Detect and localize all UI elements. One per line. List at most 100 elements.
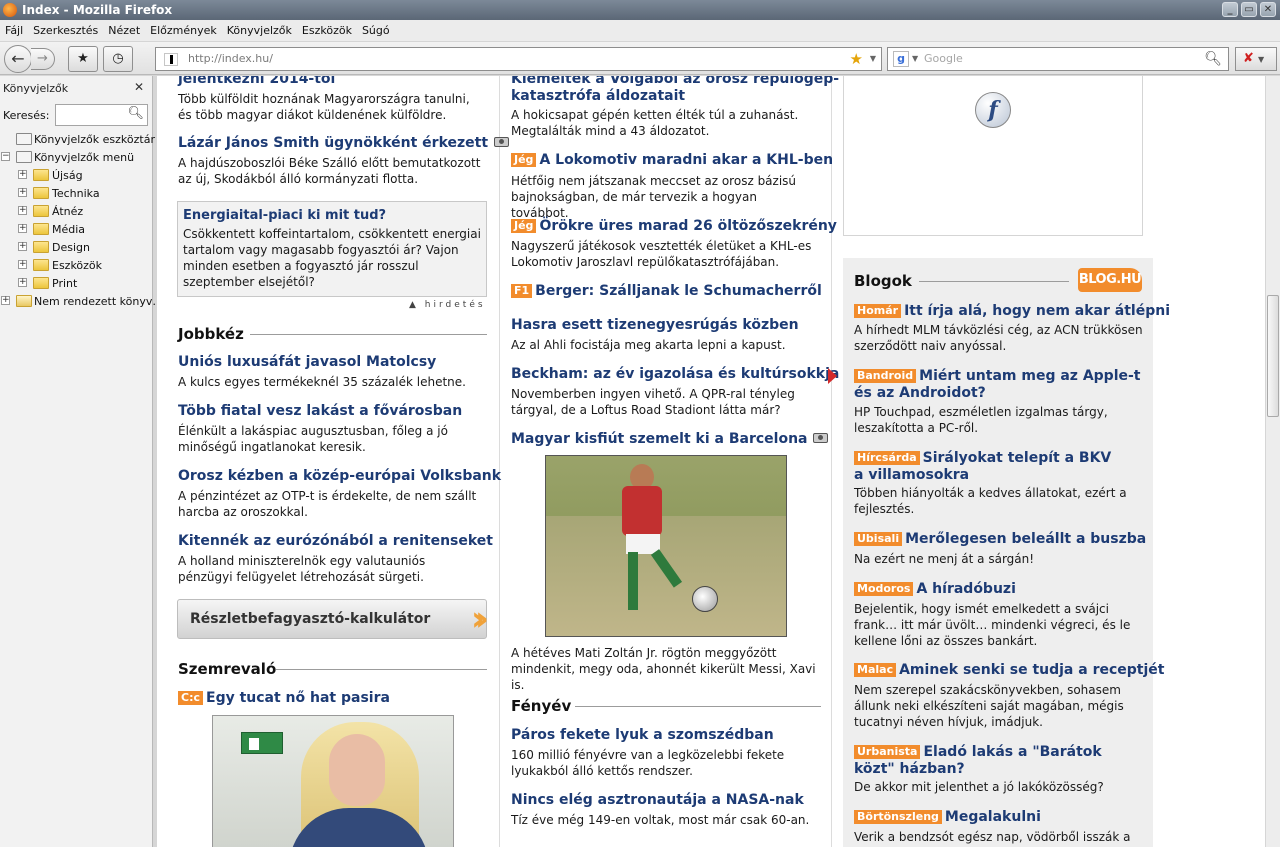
article-headline[interactable]: F1 Berger: Szálljanak le Schumacherről	[511, 283, 822, 300]
sidebar-item-toolbar[interactable]: Könyvjelzők eszköztár	[0, 130, 155, 148]
sidebar-search-input[interactable]: 🔍︎	[55, 104, 148, 126]
article-headline[interactable]: Kitennék az eurózónából a renitenseket	[178, 533, 493, 550]
firefox-icon	[3, 3, 17, 17]
sidebar-item-ujsag[interactable]: + Újság	[0, 166, 152, 184]
article-headline[interactable]: Orosz kézben a közép-európai Volksbank	[178, 468, 501, 485]
headline-text: Magyar kisfiút szemelt ki a Barcelona	[511, 431, 808, 447]
sidebar-close-icon[interactable]: ✕	[134, 80, 144, 94]
sidebar-item-atnez[interactable]: + Átnéz	[0, 202, 152, 220]
sidebar-item-unsorted[interactable]: + Nem rendezett könyv…	[0, 292, 163, 310]
noscript-button[interactable]: ✘ ▼	[1235, 47, 1277, 71]
article-headline[interactable]: Páros fekete lyuk a szomszédban	[511, 727, 774, 744]
blog-post-lead: Bejelentik, hogy ismét emelkedett a sváj…	[854, 602, 1131, 648]
blog-post-headline[interactable]: Modoros A híradóbuzi	[854, 581, 1016, 598]
bookmark-star-icon[interactable]: ★	[850, 48, 863, 70]
menu-tools[interactable]: Eszközök	[302, 24, 352, 37]
expand-icon[interactable]: +	[18, 206, 27, 215]
maximize-button[interactable]: ▭	[1241, 2, 1257, 17]
sponsored-box[interactable]: Energiaital-piaci ki mit tud? Csökkentet…	[177, 201, 487, 297]
url-dropdown-icon[interactable]: ▼	[870, 48, 876, 70]
article-headline[interactable]: Jég A Lokomotiv maradni akar a KHL-ben	[511, 152, 833, 169]
engine-dropdown-icon[interactable]: ▼	[912, 48, 918, 70]
calculator-button[interactable]: Részletbefagyasztó-kalkulátor ››	[177, 599, 489, 639]
sidebar-item-label: Könyvjelzők menü	[34, 150, 135, 164]
category-tag[interactable]: F1	[511, 284, 533, 298]
sponsored-headline[interactable]: Energiaital-piaci ki mit tud?	[183, 207, 386, 224]
expand-icon[interactable]: +	[1, 296, 10, 305]
menu-bookmarks[interactable]: Könyvjelzők	[227, 24, 292, 37]
article-headline[interactable]: Magyar kisfiút szemelt ki a Barcelona	[511, 431, 829, 448]
scrollbar-thumb[interactable]	[1267, 295, 1279, 417]
sidebar-item-media[interactable]: + Média	[0, 220, 152, 238]
article-photo-boy-football[interactable]	[545, 455, 787, 637]
blog-tag[interactable]: Modoros	[854, 582, 914, 596]
menu-help[interactable]: Súgó	[362, 24, 390, 37]
sidebar-item-technika[interactable]: + Technika	[0, 184, 152, 202]
folder-icon	[33, 277, 49, 289]
column-divider	[831, 76, 832, 847]
url-bar[interactable]: http://index.hu/ ★ ▼	[155, 47, 882, 71]
expand-icon[interactable]: +	[18, 188, 27, 197]
article-headline[interactable]: Nincs elég asztronautája a NASA-nak	[511, 792, 804, 809]
blog-post-headline[interactable]: Hírcsárda Sirályokat telepít a BKV a vill…	[854, 450, 1124, 484]
expand-icon[interactable]: +	[18, 278, 27, 287]
blog-tag[interactable]: Urbanista	[854, 745, 921, 759]
blog-tag[interactable]: Malac	[854, 663, 897, 677]
article-headline[interactable]: Hasra esett tizenegyesrúgás közben	[511, 317, 799, 334]
search-icon[interactable]: 🔍︎	[1204, 48, 1222, 70]
menu-edit[interactable]: Szerkesztés	[33, 24, 98, 37]
blog-post-headline[interactable]: Homár Itt írja alá, hogy nem akar átlépni	[854, 303, 1170, 320]
blog-post-headline[interactable]: Malac Aminek senki se tudja a receptjét	[854, 662, 1164, 679]
category-tag[interactable]: Jég	[511, 219, 537, 233]
camera-icon	[813, 433, 829, 443]
history-button[interactable]: ◷	[103, 46, 133, 72]
article-headline[interactable]: C:c Egy tucat nő hat pasira	[178, 690, 390, 707]
back-button[interactable]: ←	[4, 45, 32, 73]
article-headline[interactable]: Több fiatal vesz lakást a fővárosban	[178, 403, 462, 420]
blog-tag[interactable]: Bandroid	[854, 369, 917, 383]
expand-icon[interactable]: +	[18, 242, 27, 251]
sidebar-item-print[interactable]: + Print	[0, 274, 152, 292]
article-headline[interactable]: Beckham: az év igazolása és kultúrsokkja	[511, 366, 839, 383]
category-tag[interactable]: Jég	[511, 153, 537, 167]
blog-tag[interactable]: Ubisali	[854, 532, 903, 546]
article-headline[interactable]: Uniós luxusáfát javasol Matolcsy	[178, 354, 436, 371]
collapse-icon[interactable]: −	[1, 152, 10, 161]
flash-ad-placeholder[interactable]: f	[843, 76, 1143, 236]
google-engine-icon[interactable]: g	[893, 51, 909, 67]
menu-history[interactable]: Előzmények	[150, 24, 217, 37]
sidebar-item-menu[interactable]: − Könyvjelzők menü	[0, 148, 152, 166]
article-photo-woman[interactable]	[212, 715, 454, 847]
blog-post-headline[interactable]: Urbanista Eladó lakás a "Barátok közt" há…	[854, 744, 1146, 778]
forward-button[interactable]: →	[31, 48, 55, 70]
article-headline[interactable]: Lázár János Smith ügynökként érkezett	[178, 135, 510, 152]
close-window-button[interactable]: ✕	[1260, 2, 1276, 17]
article-headline[interactable]: jelentkezni 2014-től	[178, 76, 335, 88]
article-headline[interactable]: Jég Örökre üres marad 26 öltözőszekrény	[511, 218, 837, 235]
menu-view[interactable]: Nézet	[108, 24, 140, 37]
blog-post-headline[interactable]: Ubisali Merőlegesen beleállt a buszba	[854, 531, 1146, 548]
flash-player-icon: f	[975, 92, 1011, 128]
article-headline[interactable]: Kiemelték a Volgából az orosz repülőgép-…	[511, 76, 839, 105]
category-tag[interactable]: C:c	[178, 691, 203, 705]
blog-hu-logo[interactable]: BLOG.HU	[1078, 268, 1142, 292]
blog-post-headline[interactable]: Börtönszleng Megalakulni	[854, 809, 1041, 826]
bookmarks-sidebar-button[interactable]: ★	[68, 46, 98, 72]
blog-tag[interactable]: Börtönszleng	[854, 810, 942, 824]
blog-tag[interactable]: Hírcsárda	[854, 451, 920, 465]
sidebar-item-eszkozok[interactable]: + Eszközök	[0, 256, 152, 274]
expand-icon[interactable]: +	[18, 260, 27, 269]
web-page: jelentkezni 2014-től Több külföldit hozn…	[157, 76, 1265, 847]
minimize-button[interactable]: _	[1222, 2, 1238, 17]
headline-line-1: Kiemelték a Volgából az orosz repülőgép-	[511, 76, 840, 87]
folder-icon	[33, 205, 49, 217]
search-bar[interactable]: g ▼ Google 🔍︎	[887, 47, 1229, 71]
menu-file[interactable]: Fájl	[5, 24, 23, 37]
star-box-icon: ★	[77, 51, 89, 66]
expand-icon[interactable]: +	[18, 224, 27, 233]
sidebar-item-design[interactable]: + Design	[0, 238, 152, 256]
blog-post-headline[interactable]: Bandroid Miért untam meg az Apple-t és az…	[854, 368, 1146, 402]
expand-icon[interactable]: +	[18, 170, 27, 179]
blog-tag[interactable]: Homár	[854, 304, 902, 318]
page-scrollbar[interactable]	[1265, 76, 1280, 847]
